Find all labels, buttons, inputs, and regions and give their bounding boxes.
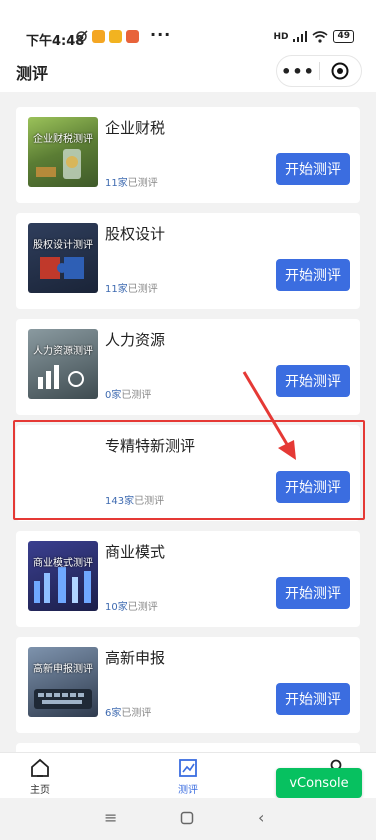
start-evaluation-button[interactable]: 开始测评 [276, 365, 350, 397]
card-thumbnail: 商业模式测评 [28, 541, 98, 611]
battery-icon: 49 [333, 30, 354, 43]
thumbnail-label: 股权设计测评 [33, 240, 93, 251]
nav-bar: 测评 ••• [0, 52, 376, 92]
card-title: 企业财税 [105, 119, 166, 137]
highlight-box [13, 420, 365, 520]
evaluation-card: 高新申报测评 高新申报 6家已测评 开始测评 [16, 637, 360, 733]
evaluation-card: 人力资源测评 人力资源 0家已测评 开始测评 [16, 319, 360, 415]
start-evaluation-button[interactable]: 开始测评 [276, 153, 350, 185]
tab-label: 测评 [178, 785, 198, 796]
card-count: 10家已测评 [105, 598, 158, 613]
tab-home[interactable]: 主页 [10, 757, 70, 796]
home-icon [31, 758, 49, 777]
count-number: 11家 [105, 284, 128, 295]
count-suffix: 已测评 [121, 390, 152, 401]
card-thumbnail: 人力资源测评 [28, 329, 98, 399]
card-title: 股权设计 [105, 225, 166, 243]
card-count: 6家已测评 [105, 704, 151, 719]
thumbnail-label: 人力资源测评 [33, 346, 93, 357]
card-count: 11家已测评 [105, 280, 158, 295]
count-suffix: 已测评 [127, 284, 158, 295]
target-icon[interactable] [320, 62, 361, 80]
card-title: 人力资源 [105, 331, 166, 349]
status-bar: 下午4:48 ··· HD 49 [0, 0, 376, 52]
card-thumbnail: 高新申报测评 [28, 647, 98, 717]
card-count: 11家已测评 [105, 174, 158, 189]
wifi-icon [312, 30, 328, 43]
count-number: 0家 [105, 390, 122, 401]
start-evaluation-button[interactable]: 开始测评 [276, 259, 350, 291]
edit-chart-icon [179, 759, 197, 777]
thumbnail-label: 商业模式测评 [33, 558, 93, 569]
app-icon-red [126, 30, 139, 43]
app-icon-yellow [109, 30, 122, 43]
start-evaluation-button[interactable]: 开始测评 [276, 683, 350, 715]
evaluation-card-partial [16, 743, 360, 752]
notification-icons [75, 30, 139, 43]
count-suffix: 已测评 [127, 602, 158, 613]
count-number: 10家 [105, 602, 128, 613]
card-thumbnail: 股权设计测评 [28, 223, 98, 293]
vconsole-button[interactable]: vConsole [276, 768, 362, 798]
evaluation-card: 企业财税测评 企业财税 11家已测评 开始测评 [16, 107, 360, 203]
card-count: 0家已测评 [105, 386, 151, 401]
more-notifications-icon: ··· [150, 25, 172, 44]
back-icon[interactable]: ‹ [258, 808, 264, 827]
signal-icon [293, 31, 308, 42]
thumbnail-label: 高新申报测评 [33, 664, 93, 675]
sync-off-icon [75, 30, 88, 43]
more-dots-icon[interactable]: ••• [277, 62, 319, 81]
status-right: HD 49 [273, 30, 354, 43]
evaluation-card: 商业模式测评 商业模式 10家已测评 开始测评 [16, 531, 360, 627]
network-label: HD [273, 31, 289, 42]
thumbnail-label: 企业财税测评 [33, 134, 93, 145]
evaluation-card: 股权设计测评 股权设计 11家已测评 开始测评 [16, 213, 360, 309]
card-title: 高新申报 [105, 649, 166, 667]
tab-label: 主页 [30, 785, 50, 796]
card-title: 商业模式 [105, 543, 166, 561]
card-thumbnail: 企业财税测评 [28, 117, 98, 187]
page-title: 测评 [16, 64, 49, 83]
home-square-icon[interactable] [180, 810, 194, 829]
count-number: 6家 [105, 708, 122, 719]
start-evaluation-button[interactable]: 开始测评 [276, 577, 350, 609]
system-nav-bar: ≡ ‹ [0, 798, 376, 840]
count-number: 11家 [105, 178, 128, 189]
count-suffix: 已测评 [127, 178, 158, 189]
tab-evaluation[interactable]: 测评 [158, 757, 218, 796]
count-suffix: 已测评 [121, 708, 152, 719]
app-icon-orange [92, 30, 105, 43]
menu-icon[interactable]: ≡ [104, 808, 117, 827]
mini-program-capsule: ••• [276, 55, 362, 87]
